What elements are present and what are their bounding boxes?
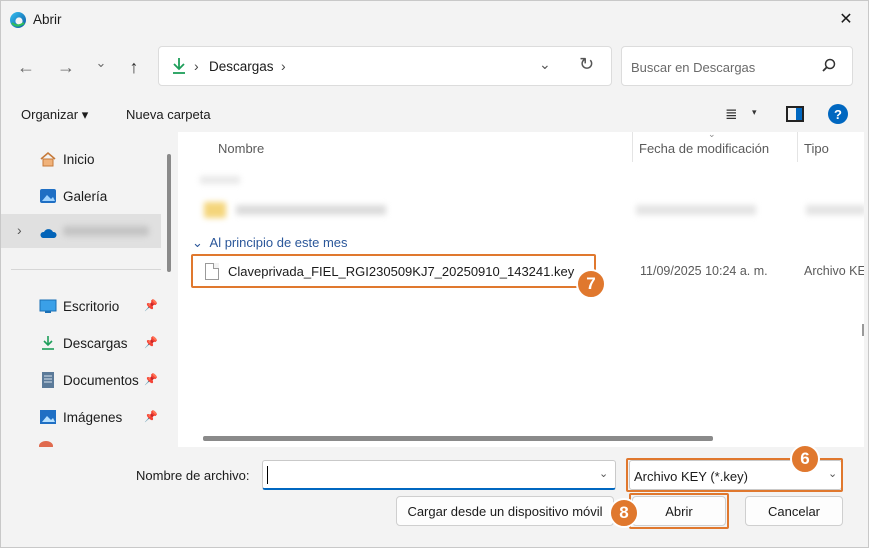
search-input[interactable]: Buscar en Descargas	[621, 46, 853, 86]
sidebar-item-escritorio[interactable]: Escritorio 📌	[1, 289, 161, 323]
sidebar-item-galeria[interactable]: Galería	[1, 179, 161, 213]
chevron-down-icon: ⌄	[95, 55, 107, 70]
horizontal-scrollbar[interactable]	[203, 436, 713, 441]
sidebar-item-label: Documentos	[63, 373, 139, 388]
sidebar-divider	[11, 269, 161, 270]
column-separator[interactable]	[797, 132, 798, 162]
download-icon	[42, 336, 54, 350]
sort-indicator-icon: ⌄	[708, 132, 716, 139]
chevron-down-icon: ⌄	[192, 235, 203, 250]
group-header-this-month[interactable]: ⌄ Al principio de este mes	[192, 235, 348, 251]
gallery-icon	[40, 189, 56, 203]
pin-icon[interactable]: 📌	[144, 299, 158, 312]
button-label: Cancelar	[767, 503, 821, 519]
file-list: Nombre ⌄ Fecha de modificación Tipo ⌄ Al…	[178, 132, 864, 447]
column-separator[interactable]	[632, 132, 633, 162]
column-header-name[interactable]: Nombre	[218, 141, 264, 156]
step-number: 7	[586, 274, 596, 293]
pin-icon[interactable]: 📌	[144, 410, 158, 423]
arrow-up-icon: ↑	[129, 56, 139, 77]
window-title: Abrir	[33, 12, 62, 27]
navigation-pane: Inicio Galería › Escritorio 📌 Descargas …	[1, 132, 178, 447]
highlight-open-button	[629, 493, 729, 529]
text-cursor	[267, 466, 268, 484]
help-icon[interactable]: ?	[828, 104, 848, 124]
close-button[interactable]: ✕	[824, 1, 868, 37]
preview-pane-icon[interactable]	[786, 106, 804, 122]
back-button[interactable]: ←	[14, 55, 38, 79]
sidebar-item-descargas[interactable]: Descargas 📌	[1, 326, 161, 360]
refresh-icon[interactable]: ↻	[579, 54, 594, 75]
view-options-icon[interactable]: ≣	[725, 105, 738, 123]
download-icon	[173, 58, 185, 74]
file-date: 11/09/2025 10:24 a. m.	[640, 264, 768, 278]
documents-icon	[42, 372, 54, 388]
load-from-mobile-button[interactable]: Cargar desde un dispositivo móvil	[396, 496, 614, 526]
chevron-right-icon[interactable]: ›	[17, 222, 22, 238]
pin-icon[interactable]: 📌	[144, 373, 158, 386]
button-label: Cargar desde un dispositivo móvil	[407, 503, 603, 519]
highlight-file-row	[191, 254, 596, 288]
sidebar-item-imagenes[interactable]: Imágenes 📌	[1, 400, 161, 434]
step-number: 8	[619, 503, 629, 522]
group-label: Al principio de este mes	[209, 235, 348, 250]
help-glyph: ?	[834, 106, 842, 122]
new-folder-button[interactable]: Nueva carpeta	[126, 107, 211, 122]
blurred-folder-row[interactable]	[196, 172, 864, 227]
pin-icon[interactable]: 📌	[144, 336, 158, 349]
caret-down-icon[interactable]: ▾	[752, 107, 757, 118]
sidebar-scrollbar[interactable]	[167, 154, 171, 272]
sidebar-item-documentos[interactable]: Documentos 📌	[1, 363, 161, 397]
breadcrumb-separator[interactable]: ›	[281, 58, 286, 74]
desktop-icon	[39, 299, 57, 313]
address-bar[interactable]: › Descargas › ⌄ ↻	[158, 46, 612, 86]
filename-input[interactable]: ⌄	[262, 460, 616, 490]
redacted-account-name	[63, 226, 149, 236]
close-icon: ✕	[839, 11, 853, 28]
open-file-dialog: Abrir ✕ ← → ⌄ ↑ › Descargas › ⌄ ↻ Buscar…	[0, 0, 869, 548]
sidebar-item-label: Imágenes	[63, 410, 123, 425]
onedrive-icon	[40, 229, 57, 238]
step-number: 6	[800, 449, 810, 468]
sidebar-item-label: Descargas	[63, 336, 128, 351]
arrow-left-icon: ←	[17, 56, 35, 77]
column-header-date[interactable]: Fecha de modificación	[639, 141, 769, 156]
chevron-down-icon[interactable]: ⌄	[539, 56, 551, 73]
sidebar-item-label: Escritorio	[63, 299, 120, 314]
up-button[interactable]: ↑	[122, 55, 146, 79]
sidebar-item-inicio[interactable]: Inicio	[1, 142, 161, 176]
cancel-button[interactable]: Cancelar	[745, 496, 843, 526]
recent-locations-button[interactable]: ⌄	[89, 51, 113, 75]
sidebar-item-label: Galería	[63, 189, 108, 204]
forward-button[interactable]: →	[54, 55, 78, 79]
vertical-scrollbar[interactable]	[862, 324, 864, 336]
search-icon	[822, 58, 836, 72]
step-badge-6: 6	[790, 444, 820, 474]
breadcrumb-separator: ›	[194, 58, 199, 74]
search-placeholder: Buscar en Descargas	[631, 60, 756, 75]
breadcrumb-current-folder[interactable]: Descargas	[209, 59, 274, 74]
column-header-type[interactable]: Tipo	[804, 141, 829, 156]
edge-browser-icon	[10, 12, 26, 28]
sidebar-item-label: Inicio	[63, 152, 95, 167]
chevron-down-icon[interactable]: ⌄	[599, 467, 608, 480]
title-bar: Abrir ✕	[1, 1, 868, 39]
home-icon	[40, 151, 56, 167]
arrow-right-icon: →	[57, 56, 75, 77]
step-badge-7: 7	[576, 269, 606, 299]
music-icon[interactable]	[39, 441, 53, 447]
sidebar-item-onedrive[interactable]: ›	[1, 214, 161, 248]
pictures-icon	[40, 410, 56, 424]
filename-label: Nombre de archivo:	[136, 468, 250, 483]
file-type: Archivo KEY	[804, 264, 864, 278]
organize-menu[interactable]: Organizar ▾	[21, 107, 88, 123]
step-badge-8: 8	[609, 498, 639, 528]
